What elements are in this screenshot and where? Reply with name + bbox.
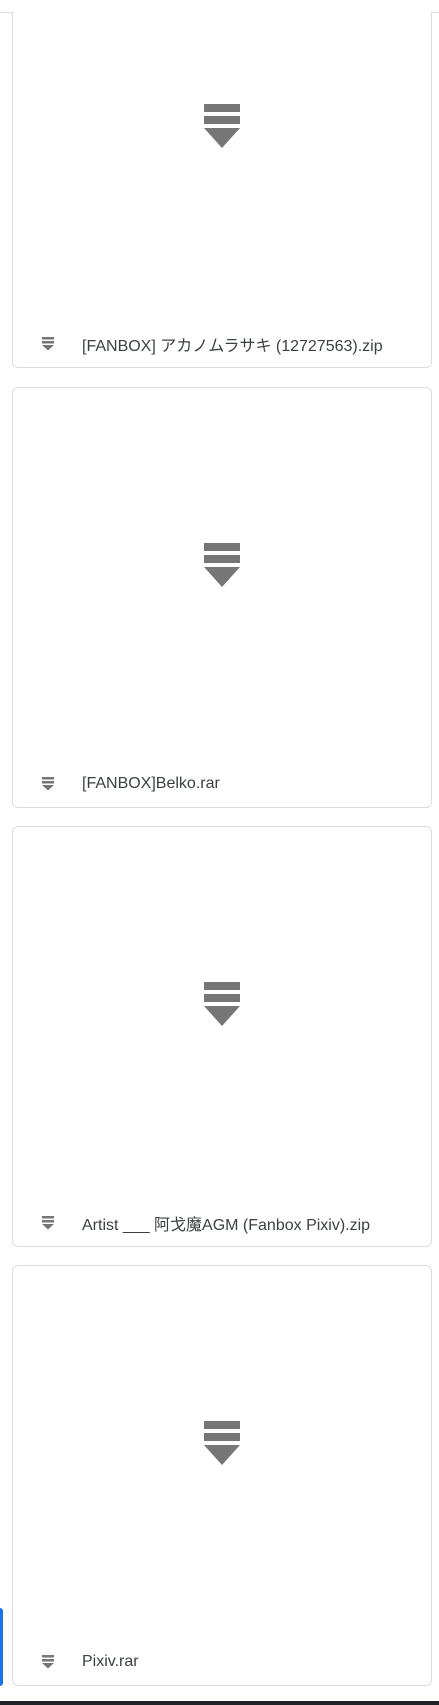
archive-icon <box>42 1216 54 1230</box>
side-panel-handle[interactable] <box>0 1608 3 1686</box>
file-name-row: [FANBOX]Belko.rar <box>13 761 431 807</box>
file-card[interactable]: [FANBOX] アカノムラサキ (12727563).zip <box>12 12 432 368</box>
archive-icon <box>204 1421 240 1465</box>
file-card[interactable]: Artist ___ 阿戈魔AGM (Fanbox Pixiv).zip <box>12 826 432 1247</box>
file-name-row: Artist ___ 阿戈魔AGM (Fanbox Pixiv).zip <box>13 1200 431 1246</box>
archive-icon <box>42 777 54 791</box>
file-name-row: [FANBOX] アカノムラサキ (12727563).zip <box>13 321 431 367</box>
file-name-row: Pixiv.rar <box>13 1639 431 1685</box>
archive-icon <box>204 104 240 148</box>
archive-icon <box>42 337 54 351</box>
archive-icon <box>204 982 240 1026</box>
file-name: Pixiv.rar <box>82 1653 139 1670</box>
file-card[interactable]: [FANBOX]Belko.rar <box>12 387 432 808</box>
file-card[interactable]: Pixiv.rar <box>12 1265 432 1686</box>
archive-icon <box>42 1655 54 1669</box>
file-name: [FANBOX]Belko.rar <box>82 775 220 792</box>
file-name: Artist ___ 阿戈魔AGM (Fanbox Pixiv).zip <box>82 1217 371 1234</box>
archive-icon <box>204 543 240 587</box>
file-grid: [FANBOX] アカノムラサキ (12727563).zip [FANBOX]… <box>0 0 439 1705</box>
file-name: [FANBOX] アカノムラサキ (12727563).zip <box>82 338 383 355</box>
bottom-bar <box>0 1701 439 1705</box>
